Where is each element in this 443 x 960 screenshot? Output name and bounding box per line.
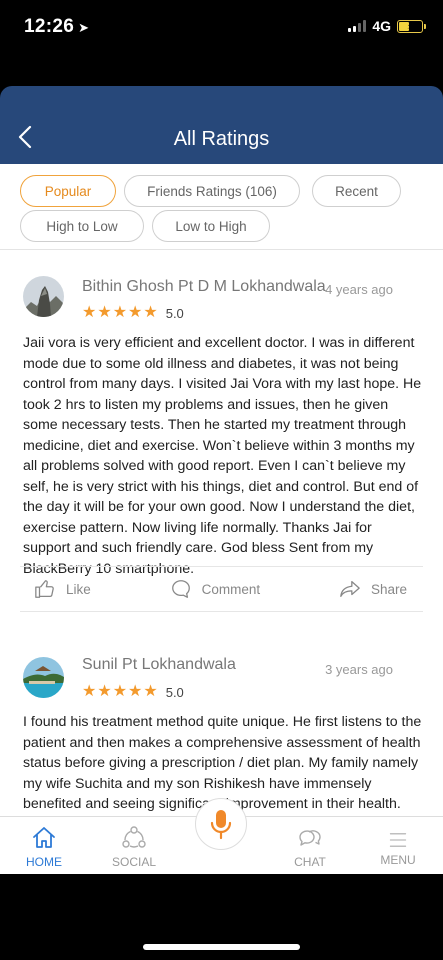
tab-menu-label: MENU — [380, 853, 416, 867]
review-text: Jaii vora is very efficient and excellen… — [23, 335, 422, 577]
comment-label: Comment — [201, 581, 261, 597]
tab-chat[interactable]: CHAT — [274, 825, 346, 869]
review-card: Sunil Pt Lokhandwala 3 years ago ★ ★ ★ ★… — [0, 612, 443, 816]
star-rating: ★ ★ ★ ★ ★ 5.0 — [82, 684, 184, 700]
star-icon: ★ — [97, 683, 112, 700]
tab-home-label: HOME — [26, 855, 62, 869]
status-indicators: 4G ⚡ — [348, 18, 426, 34]
star-icon: ★ — [112, 683, 128, 700]
comment-icon — [171, 580, 190, 598]
ratings-content[interactable]: Popular Friends Ratings (106) Recent Hig… — [0, 164, 443, 816]
chat-bubbles-icon — [299, 830, 321, 846]
location-arrow-icon: ➤ — [78, 20, 90, 35]
filter-low-to-high[interactable]: Low to High — [152, 210, 270, 242]
star-icon: ★ — [128, 304, 143, 321]
reviewer-avatar[interactable] — [23, 276, 64, 317]
reviewer-avatar[interactable] — [23, 657, 64, 698]
battery-icon: ⚡ — [397, 19, 426, 33]
rating-value: 5.0 — [165, 684, 184, 700]
status-time: 12:26 ➤ — [24, 16, 89, 38]
share-button[interactable]: Share — [339, 578, 407, 600]
comment-button[interactable]: Comment — [170, 578, 261, 600]
thumbs-up-icon — [35, 580, 54, 598]
star-rating: ★ ★ ★ ★ ★ 5.0 — [82, 305, 184, 321]
star-icon: ★ — [82, 683, 97, 700]
like-label: Like — [66, 581, 91, 597]
social-network-icon — [122, 826, 146, 848]
filter-bar: Popular Friends Ratings (106) Recent Hig… — [0, 164, 443, 250]
microphone-icon — [210, 810, 232, 840]
star-icon: ★ — [97, 304, 112, 321]
star-icon: ★ — [112, 304, 128, 321]
page-title: All Ratings — [173, 128, 270, 150]
star-icon: ★ — [82, 304, 97, 321]
share-icon — [340, 581, 360, 597]
phone-screen: 12:26 ➤ 4G ⚡ All Ratings Popular Friends … — [0, 0, 443, 960]
tab-menu[interactable]: MENU — [362, 831, 434, 867]
signal-icon — [348, 20, 367, 32]
filter-friends-ratings[interactable]: Friends Ratings (106) — [124, 175, 300, 207]
app-header: All Ratings — [0, 86, 443, 164]
tab-social[interactable]: SOCIAL — [98, 825, 170, 869]
tab-social-label: SOCIAL — [111, 855, 156, 869]
share-label: Share — [370, 581, 407, 597]
like-button[interactable]: Like — [34, 578, 91, 600]
filter-recent[interactable]: Recent — [312, 175, 401, 207]
home-indicator[interactable] — [143, 944, 300, 950]
voice-search-button[interactable] — [195, 798, 247, 850]
star-icon: ★ — [128, 683, 143, 700]
review-actions: Like Comment Share — [20, 566, 423, 612]
review-time: 3 years ago — [325, 662, 393, 677]
hamburger-menu-icon — [389, 833, 407, 847]
review-card: Bithin Ghosh Pt D M Lokhandwala 4 years … — [0, 250, 443, 612]
status-bar: 12:26 ➤ 4G ⚡ — [0, 0, 443, 56]
reviewer-name[interactable]: Bithin Ghosh Pt D M Lokhandwala — [82, 278, 326, 296]
tab-home[interactable]: HOME — [8, 825, 80, 869]
star-icon: ★ — [143, 683, 158, 700]
review-time: 4 years ago — [325, 282, 393, 297]
star-icon: ★ — [143, 304, 158, 321]
filter-high-to-low[interactable]: High to Low — [20, 210, 144, 242]
filter-popular[interactable]: Popular — [20, 175, 116, 207]
network-type: 4G — [372, 18, 391, 34]
clock-text: 12:26 — [24, 16, 75, 37]
reviewer-name[interactable]: Sunil Pt Lokhandwala — [82, 656, 236, 674]
tab-chat-label: CHAT — [294, 855, 326, 869]
rating-value: 5.0 — [165, 305, 184, 321]
home-icon — [33, 827, 55, 848]
